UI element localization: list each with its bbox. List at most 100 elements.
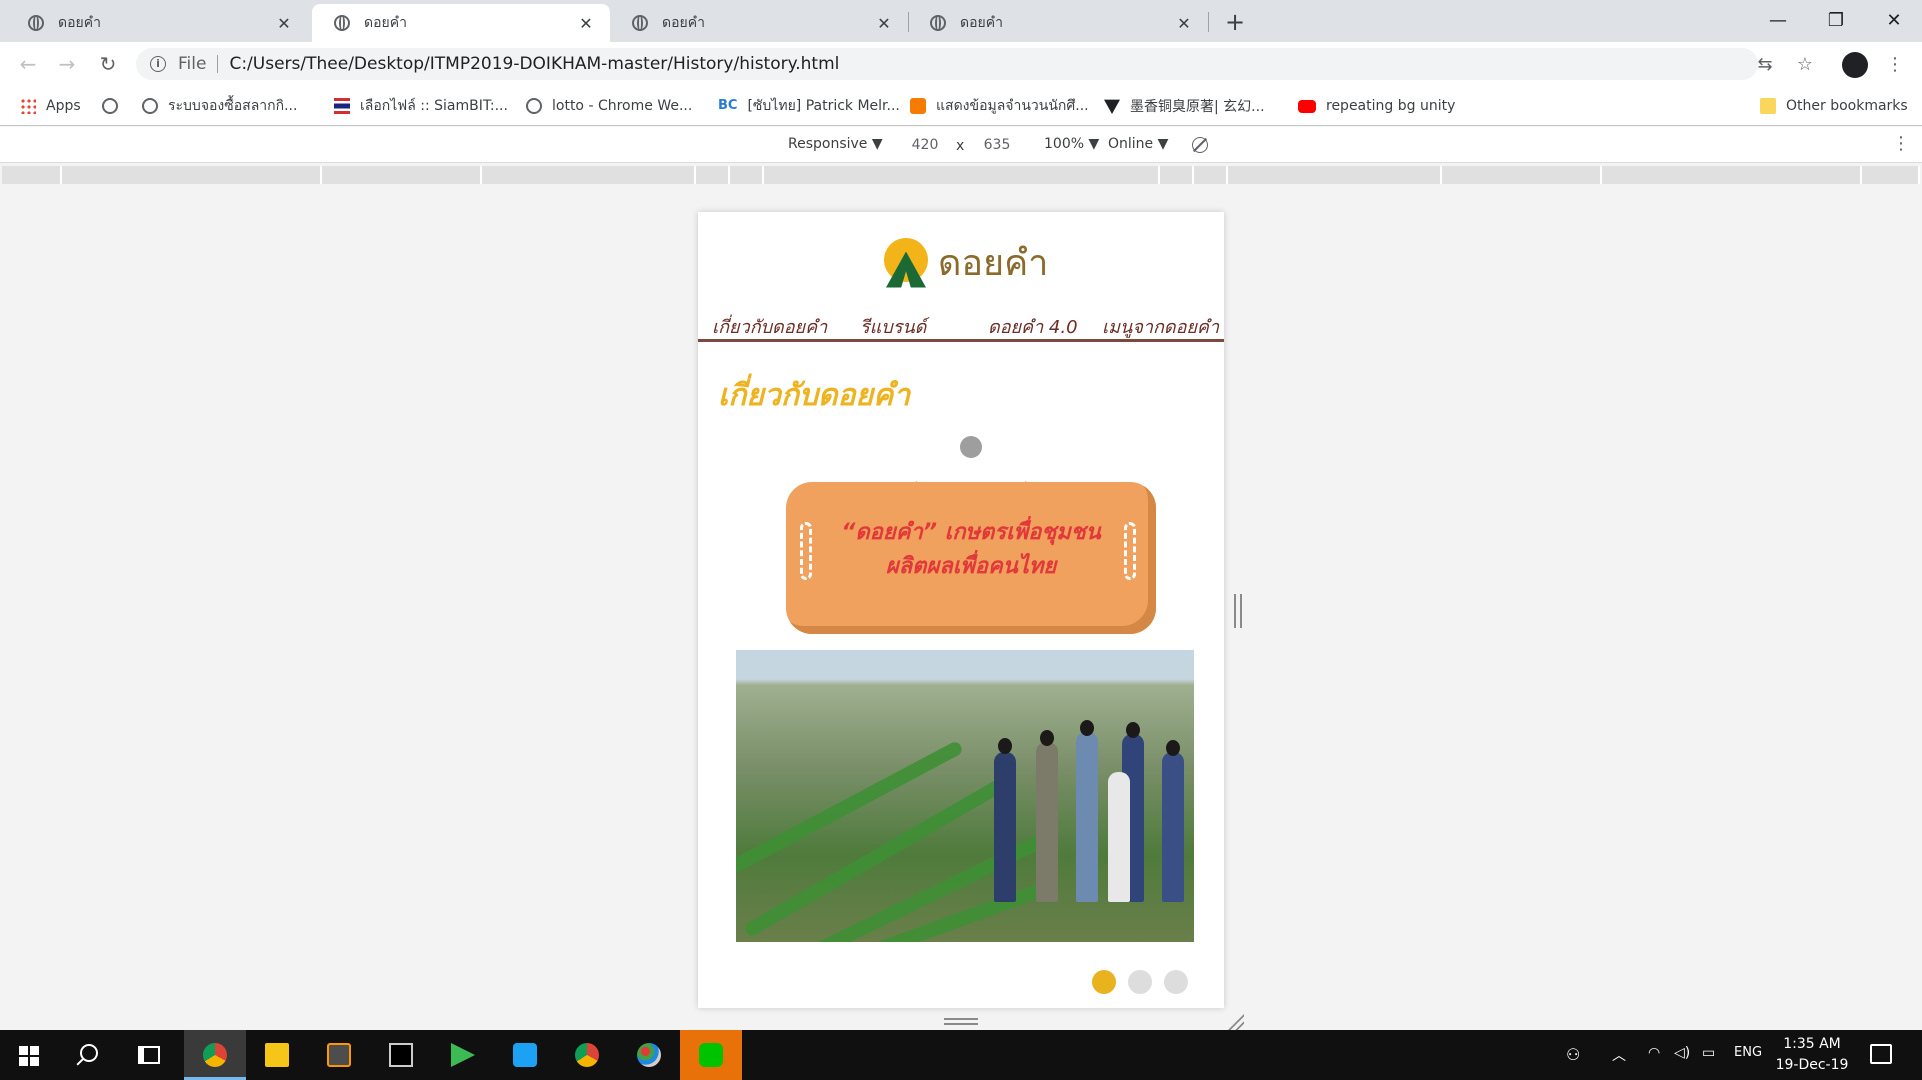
media-query-segment[interactable] [482, 166, 696, 184]
bookmark-label: Other bookmarks [1786, 98, 1908, 114]
translate-icon[interactable]: ⇆ [1752, 52, 1778, 78]
close-tab-icon[interactable]: ✕ [274, 14, 294, 33]
carousel-image[interactable] [736, 650, 1194, 942]
taskbar-app-explorer[interactable] [246, 1030, 308, 1080]
address-bar[interactable]: i File C:/Users/Thee/Desktop/ITMP2019-DO… [136, 48, 1758, 80]
taskbar-app-chrome-2[interactable] [556, 1030, 618, 1080]
url-text[interactable]: C:/Users/Thee/Desktop/ITMP2019-DOIKHAM-m… [229, 54, 839, 74]
carousel-dot[interactable] [1164, 970, 1188, 994]
browser-tab-active[interactable]: ดอยคำ ✕ [312, 4, 610, 42]
windows-taskbar: ⚇ ︿ ◠ ◁) ▭ ENG 1:35 AM 19-Dec-19 [0, 1030, 1922, 1080]
nav-link-menu[interactable]: เมนูจากดอยคำ [1102, 312, 1219, 341]
bookmark-item[interactable]: BC [ซับไทย] Patrick Melr... [718, 94, 900, 118]
bookmark-item[interactable]: lotto - Chrome We... [526, 94, 692, 118]
media-query-segment[interactable] [1862, 166, 1920, 184]
bookmark-star-icon[interactable]: ☆ [1792, 52, 1818, 78]
wifi-icon[interactable]: ◠ [1648, 1045, 1660, 1061]
hanging-sign-banner: “ดอยคำ” เกษตรเพื่อชุมชน ผลิตผลเพื่อคนไทย [786, 436, 1156, 646]
profile-avatar[interactable] [1842, 52, 1868, 78]
browser-tab[interactable]: ดอยคำ ✕ [6, 4, 308, 42]
media-query-segment[interactable] [1228, 166, 1442, 184]
bookmark-item[interactable]: repeating bg unity [1298, 94, 1455, 118]
tab-title: ดอยคำ [58, 15, 101, 31]
media-query-segment[interactable] [1160, 166, 1194, 184]
new-tab-button[interactable]: + [1222, 8, 1248, 36]
network-throttle-select[interactable]: Online ▼ [1108, 136, 1168, 152]
taskbar-app-twitter[interactable] [494, 1030, 556, 1080]
sign-text: “ดอยคำ” เกษตรเพื่อชุมชน ผลิตผลเพื่อคนไทย [806, 516, 1136, 584]
bookmark-item[interactable]: ระบบจองซื้อสลากกิ... [142, 94, 297, 118]
reload-button[interactable]: ↻ [94, 50, 122, 78]
battery-icon[interactable]: ▭ [1702, 1045, 1715, 1061]
more-options-icon[interactable]: ⋮ [1892, 133, 1910, 154]
media-query-segment[interactable] [696, 166, 730, 184]
system-clock[interactable]: 1:35 AM 19-Dec-19 [1748, 1034, 1876, 1076]
bc-icon: BC [718, 98, 738, 113]
task-view-icon[interactable] [138, 1046, 160, 1064]
folder-icon [1760, 98, 1776, 114]
device-toolbar: Responsive ▼ 420 x 635 100% ▼ Online ▼ ⋮ [0, 127, 1922, 163]
action-center-icon[interactable] [1870, 1044, 1892, 1064]
dark-shield-icon [1104, 99, 1120, 114]
carousel-dot[interactable] [1128, 970, 1152, 994]
close-tab-icon[interactable]: ✕ [874, 14, 894, 33]
nav-link-about[interactable]: เกี่ยวกับดอยคำ [712, 312, 827, 341]
nav-link-rebrand[interactable]: รีแบรนด์ [860, 312, 926, 341]
globe-icon [142, 98, 158, 114]
taskbar-app-terminal[interactable] [370, 1030, 432, 1080]
viewport-resize-handle-corner[interactable] [1226, 1012, 1244, 1030]
viewport-width-input[interactable]: 420 [900, 133, 950, 157]
close-window-button[interactable]: ✕ [1866, 4, 1922, 38]
close-tab-icon[interactable]: ✕ [576, 14, 596, 33]
bookmark-item[interactable]: 墨香铜臭原著| 玄幻... [1104, 94, 1265, 118]
media-query-segment[interactable] [1194, 166, 1228, 184]
tab-title: ดอยคำ [364, 15, 407, 31]
taskbar-app-paint[interactable] [618, 1030, 680, 1080]
info-icon[interactable]: i [150, 56, 166, 72]
chevron-up-icon[interactable]: ︿ [1612, 1045, 1626, 1065]
browser-tab[interactable]: ดอยคำ ✕ [610, 4, 908, 42]
media-query-segment[interactable] [1442, 166, 1602, 184]
media-query-segment[interactable] [322, 166, 482, 184]
clock-time: 1:35 AM [1783, 1036, 1841, 1052]
bookmark-item[interactable] [102, 94, 128, 118]
windows-start-icon[interactable] [19, 1046, 39, 1066]
carousel-dot[interactable] [1092, 970, 1116, 994]
forward-button[interactable]: → [53, 50, 81, 78]
device-select[interactable]: Responsive ▼ [788, 136, 883, 152]
media-query-segment[interactable] [62, 166, 322, 184]
taskbar-app-chrome[interactable] [184, 1030, 246, 1080]
doikham-logo-icon [882, 237, 930, 288]
volume-icon[interactable]: ◁) [1674, 1045, 1690, 1061]
taskbar-app-line[interactable] [680, 1030, 742, 1080]
people-icon[interactable]: ⚇ [1566, 1045, 1580, 1064]
viewport-resize-handle-right[interactable] [1234, 594, 1242, 628]
taskbar-app-sublime[interactable] [308, 1030, 370, 1080]
media-query-segment[interactable] [1602, 166, 1862, 184]
bookmark-item[interactable]: เลือกไฟล์ :: SiamBIT:... [334, 94, 508, 118]
bookmark-label: 墨香铜臭原著| 玄幻... [1130, 99, 1265, 115]
media-query-segment[interactable] [730, 166, 764, 184]
nav-link-doikham-4[interactable]: ดอยคำ 4.0 [988, 312, 1078, 341]
media-query-segment[interactable] [2, 166, 62, 184]
media-query-segment[interactable] [764, 166, 1160, 184]
minimize-button[interactable]: — [1750, 4, 1806, 38]
zoom-select[interactable]: 100% ▼ [1044, 136, 1099, 152]
sign-pin [960, 436, 982, 458]
bookmark-item[interactable]: แสดงข้อมูลจำนวนนักศึ... [910, 94, 1089, 118]
taskbar-app-media[interactable] [432, 1030, 494, 1080]
media-query-bar [2, 166, 1920, 184]
site-logo[interactable]: ดอยคำ [882, 234, 1048, 291]
restore-button[interactable]: ❐ [1808, 4, 1864, 38]
bookmark-apps[interactable]: Apps [20, 94, 81, 118]
back-button[interactable]: ← [14, 50, 42, 78]
viewport-resize-handle-bottom[interactable] [944, 1018, 978, 1025]
close-tab-icon[interactable]: ✕ [1174, 14, 1194, 33]
search-icon[interactable] [80, 1044, 98, 1062]
globe-icon [102, 98, 118, 114]
browser-tab[interactable]: ดอยคำ ✕ [908, 4, 1208, 42]
rotate-icon[interactable] [1192, 137, 1208, 153]
viewport-height-input[interactable]: 635 [972, 133, 1022, 157]
other-bookmarks[interactable]: Other bookmarks [1760, 94, 1908, 118]
browser-menu-icon[interactable]: ⋮ [1882, 52, 1908, 78]
